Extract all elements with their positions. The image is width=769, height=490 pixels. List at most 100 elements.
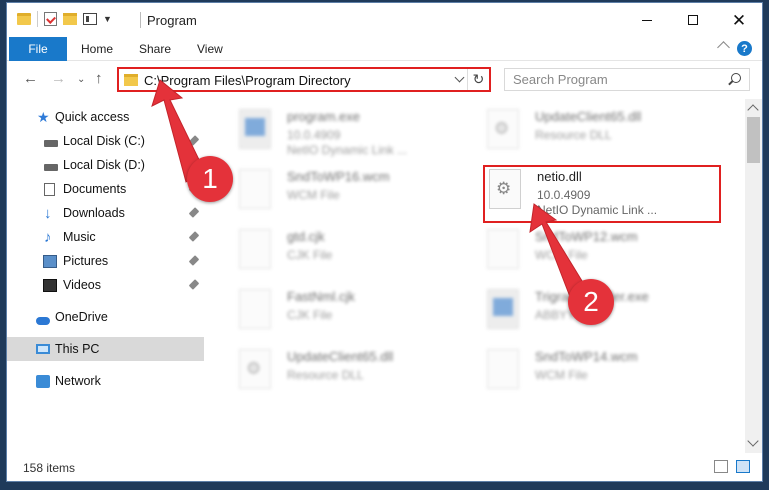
file-list: program.exe 10.0.4909 NetIO Dynamic Link… [219,99,739,453]
sidebar-item-network[interactable]: Network [7,369,204,393]
item-count: 158 items [23,461,76,475]
file-icon [239,169,271,209]
sidebar-item-label: Pictures [63,254,109,268]
sidebar-item-pictures[interactable]: Pictures [7,249,204,273]
search-icon[interactable] [731,73,741,83]
file-item[interactable]: SndToWP16.wcm WCM File [233,163,473,219]
search-input[interactable] [505,69,715,90]
pin-icon[interactable] [188,279,200,290]
pin-icon[interactable] [188,135,200,146]
tab-view[interactable]: View [197,37,223,61]
star-icon: ★ [37,108,50,125]
sidebar-item-label: Downloads [63,206,125,220]
file-name: UpdateClient65.dll [535,109,642,124]
back-arrow-icon[interactable]: ← [23,70,38,87]
sidebar-item-label: Documents [63,182,127,196]
file-item[interactable]: UpdateClient65.dll Resource DLL [233,343,473,399]
file-item[interactable]: SndToWP12.wcm WCM File [481,223,721,279]
sidebar-item-videos[interactable]: Videos [7,273,204,297]
sidebar-item-quick-access[interactable]: ★ Quick access [7,105,204,129]
file-item[interactable]: program.exe 10.0.4909 NetIO Dynamic Link… [233,103,473,159]
folder-icon [124,74,138,86]
scroll-up-icon[interactable] [747,104,759,116]
videos-icon [43,278,57,292]
file-item[interactable]: UpdateClient65.dll Resource DLL [481,103,721,159]
up-arrow-icon[interactable]: ↑ [95,70,103,87]
folder-icon [17,13,31,25]
navigation-pane: ★ Quick access Local Disk (C:) Local Dis… [7,99,204,453]
file-version: 10.0.4909 [287,128,341,142]
step-badge-2: 2 [568,279,614,325]
address-path[interactable]: C:\Program Files\Program Directory [144,73,351,88]
computer-icon [36,344,50,354]
tab-file[interactable]: File [9,37,67,61]
sidebar-item-label: Music [63,230,96,244]
file-name: program.exe [287,109,360,124]
file-name: SndToWP16.wcm [287,169,390,184]
pictures-icon [43,254,57,268]
recent-dropdown-icon[interactable]: ⌄ [77,74,85,85]
file-type: WCM File [535,248,588,262]
large-icons-view-icon[interactable] [736,460,750,473]
application-icon [487,289,519,329]
sidebar-item-label: Quick access [55,110,130,124]
minimize-button[interactable] [624,3,670,37]
forward-arrow-icon[interactable]: → [51,70,66,87]
new-folder-icon[interactable] [63,13,77,25]
sidebar-item-local-disk-c[interactable]: Local Disk (C:) [7,129,204,153]
file-item[interactable]: FastNml.cjk CJK File [233,283,473,339]
chevron-down-icon[interactable]: ▼ [103,14,112,24]
scroll-thumb[interactable] [747,117,760,163]
vertical-scrollbar[interactable] [745,99,762,453]
refresh-button[interactable]: ↻ [467,69,489,90]
view-options-icon[interactable] [83,13,97,25]
tab-home[interactable]: Home [81,37,113,61]
file-item[interactable]: SndToWP14.wcm WCM File [481,343,721,399]
sidebar-item-this-pc[interactable]: This PC [7,337,204,361]
properties-icon[interactable] [44,12,57,26]
music-icon: ♪ [44,228,52,246]
sidebar-item-label: Network [55,374,101,388]
sidebar-item-label: Videos [63,278,101,292]
sidebar-item-documents[interactable]: Documents [7,177,204,201]
sidebar-item-label: Local Disk (D:) [63,158,145,172]
sidebar-item-downloads[interactable]: ↓ Downloads [7,201,204,225]
close-button[interactable]: ✕ [716,3,762,37]
file-icon [239,229,271,269]
application-icon [239,109,271,149]
expand-ribbon-icon[interactable] [717,41,730,54]
minimize-icon [642,19,652,21]
file-name: FastNml.cjk [287,289,355,304]
maximize-button[interactable] [670,3,716,37]
pin-icon[interactable] [188,207,200,218]
search-box[interactable] [504,68,750,91]
sidebar-item-label: This PC [55,342,100,356]
sidebar-item-label: OneDrive [55,310,108,324]
address-bar[interactable]: C:\Program Files\Program Directory ↻ [117,67,491,92]
file-name: SndToWP14.wcm [535,349,638,364]
file-type: Resource DLL [535,128,612,142]
file-name: SndToWP12.wcm [535,229,638,244]
sidebar-item-music[interactable]: ♪ Music [7,225,204,249]
cloud-icon [36,317,50,325]
details-view-icon[interactable] [714,460,728,473]
navigation-bar: ← → ⌄ ↑ C:\Program Files\Program Directo… [7,62,762,96]
tab-share[interactable]: Share [139,37,171,61]
file-type: CJK File [287,308,333,322]
sidebar-item-onedrive[interactable]: OneDrive [7,305,204,329]
chevron-down-icon[interactable] [454,72,465,83]
explorer-window: ▼ Program ✕ File Home Share View ? ← → ⌄… [6,2,763,482]
pin-icon[interactable] [188,231,200,242]
documents-icon [44,182,55,196]
scroll-down-icon[interactable] [747,435,759,447]
divider [37,11,38,27]
file-name: UpdateClient65.dll [287,349,394,364]
file-type: Resource DLL [287,368,364,382]
pin-icon[interactable] [188,255,200,266]
title-bar: ▼ Program ✕ [7,3,762,37]
ribbon: File Home Share View ? [7,37,762,61]
help-icon[interactable]: ? [737,41,752,56]
file-item[interactable]: gtd.cjk CJK File [233,223,473,279]
status-bar: 158 items [7,455,762,481]
sidebar-item-local-disk-d[interactable]: Local Disk (D:) [7,153,204,177]
